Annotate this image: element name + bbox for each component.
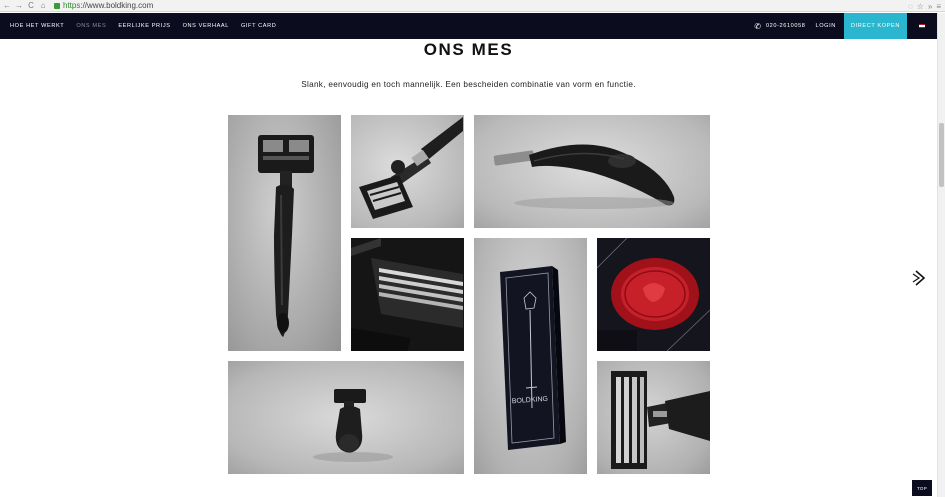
nav-actions: ✆ 020-2610058 LOGIN DIRECT KOPEN (754, 13, 937, 39)
home-icon[interactable]: ⌂ (38, 1, 48, 10)
page-scrollbar[interactable] (937, 13, 945, 497)
url-scheme: https (63, 1, 81, 10)
login-link[interactable]: LOGIN (816, 23, 836, 29)
bookmark-star-icon[interactable]: ☆ (917, 2, 924, 11)
gallery-image-blade-closeup (351, 238, 464, 351)
gallery-image-razor-side (474, 115, 710, 228)
phone-number: 020-2610058 (765, 23, 806, 29)
gallery-image-razor-head-closeup (597, 361, 710, 474)
gallery-image-razor-head-angle (351, 115, 464, 228)
nav-links: HOE HET WERKT ONS MES EERLIJKE PRIJS ONS… (0, 23, 276, 29)
site-nav: HOE HET WERKT ONS MES EERLIJKE PRIJS ONS… (0, 13, 937, 39)
page-subtitle: Slank, eenvoudig en toch mannelijk. Een … (301, 80, 636, 89)
dutch-flag-icon (919, 24, 925, 28)
chevron-right-icon (912, 270, 926, 286)
gallery-image-razor-top (228, 361, 464, 474)
phone-icon: ✆ (754, 21, 761, 31)
phone-link[interactable]: ✆ 020-2610058 (754, 22, 805, 31)
carousel-next-button[interactable] (910, 268, 930, 288)
browser-toolbar: ← → C ⌂ https://www.boldking.com ◌ ☆ » ≡ (0, 0, 945, 12)
gallery-image-wax-seal (597, 238, 710, 351)
lock-icon (54, 2, 60, 9)
gallery-image-gift-box: BOLDKING (474, 238, 587, 474)
gallery-image-razor-full (228, 115, 341, 351)
extension-icon[interactable]: ◌ (908, 2, 913, 11)
overflow-icon[interactable]: » (928, 2, 932, 11)
back-to-top-button[interactable]: TOP (912, 480, 932, 496)
scrollbar-thumb[interactable] (939, 123, 944, 187)
nav-link-ons-mes[interactable]: ONS MES (76, 23, 106, 29)
address-bar[interactable]: https://www.boldking.com (54, 1, 153, 10)
back-icon[interactable]: ← (2, 1, 12, 10)
page-title: ONS MES (423, 40, 514, 59)
direct-kopen-button[interactable]: DIRECT KOPEN (843, 13, 907, 39)
menu-icon[interactable]: ≡ (936, 2, 941, 11)
nav-link-hoe-het-werkt[interactable]: HOE HET WERKT (10, 23, 64, 29)
reload-icon[interactable]: C (26, 1, 36, 10)
nav-link-ons-verhaal[interactable]: ONS VERHAAL (183, 23, 229, 29)
nav-link-eerlijke-prijs[interactable]: EERLIJKE PRIJS (118, 23, 170, 29)
language-flag-button[interactable] (907, 13, 937, 39)
forward-icon[interactable]: → (14, 1, 24, 10)
nav-link-gift-card[interactable]: GIFT CARD (241, 23, 276, 29)
url-text: ://www.boldking.com (80, 1, 154, 10)
